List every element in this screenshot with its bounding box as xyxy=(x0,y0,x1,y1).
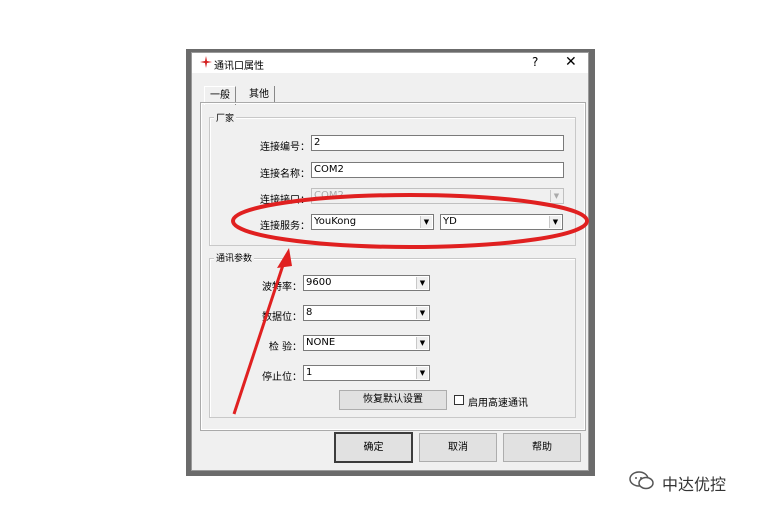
annotation-ellipse xyxy=(231,193,589,249)
wechat-icon xyxy=(629,471,654,490)
annotation-arrow-line xyxy=(232,261,286,415)
annotation-arrow-head xyxy=(277,248,292,268)
watermark-text: 中达优控 xyxy=(662,475,727,494)
annotation-overlay xyxy=(231,193,589,415)
